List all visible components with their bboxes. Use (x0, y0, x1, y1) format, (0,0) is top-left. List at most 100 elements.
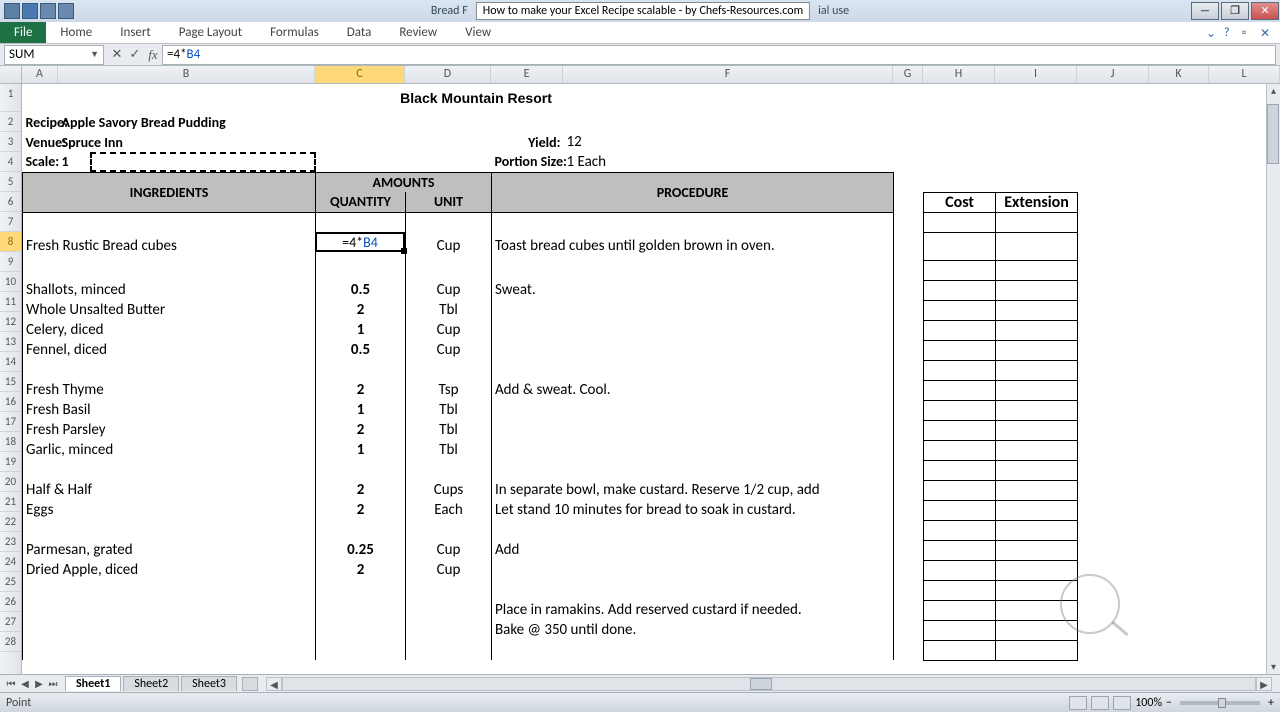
active-cell-c8[interactable]: =4*B4 (315, 232, 405, 252)
ingredient-name[interactable]: Fresh Parsley (23, 420, 316, 440)
tab-formulas[interactable]: Formulas (256, 22, 333, 43)
fx-icon[interactable]: fx (144, 47, 162, 63)
ingredient-unit[interactable]: Cup (406, 540, 492, 560)
excel-icon[interactable] (4, 3, 20, 19)
namebox-dropdown-icon[interactable]: ▼ (90, 49, 99, 60)
ribbon-minimize-icon[interactable]: ⌄ (1206, 26, 1220, 40)
row-header[interactable]: 6 (0, 192, 21, 212)
row-header[interactable]: 27 (0, 612, 21, 632)
ingredient-qty[interactable] (316, 260, 406, 280)
ingredient-unit[interactable] (406, 580, 492, 600)
formula-input[interactable]: =4*B4 (162, 45, 1276, 65)
extension-cell[interactable] (996, 540, 1078, 560)
procedure-text[interactable] (492, 560, 894, 580)
ingredient-name[interactable] (23, 360, 316, 380)
extension-cell[interactable] (996, 260, 1078, 280)
ingredient-name[interactable]: Fresh Rustic Bread cubes (23, 232, 316, 260)
ingredient-unit[interactable]: Cup (406, 560, 492, 580)
ingredient-unit[interactable]: Tbl (406, 420, 492, 440)
row-header[interactable]: 10 (0, 272, 21, 292)
cost-cell[interactable] (924, 520, 996, 540)
ingredient-name[interactable] (23, 520, 316, 540)
tab-insert[interactable]: Insert (106, 22, 165, 43)
row-header[interactable]: 23 (0, 532, 21, 552)
extension-cell[interactable] (996, 640, 1078, 660)
procedure-text[interactable]: Add & sweat. Cool. (492, 380, 894, 400)
row-header[interactable]: 2 (0, 112, 21, 132)
extension-cell[interactable] (996, 280, 1078, 300)
cost-cell[interactable] (924, 440, 996, 460)
row-header[interactable]: 1 (0, 84, 21, 112)
ingredient-name[interactable]: Fresh Basil (23, 400, 316, 420)
row-header[interactable]: 25 (0, 572, 21, 592)
ingredient-name[interactable]: Whole Unsalted Butter (23, 300, 316, 320)
undo-icon[interactable] (40, 3, 56, 19)
redo-icon[interactable] (58, 3, 74, 19)
row-header[interactable]: 13 (0, 332, 21, 352)
cost-cell[interactable] (924, 540, 996, 560)
ingredient-qty[interactable]: 2 (316, 420, 406, 440)
procedure-text[interactable]: Add (492, 540, 894, 560)
row-header[interactable]: 26 (0, 592, 21, 612)
ingredient-unit[interactable]: Tsp (406, 380, 492, 400)
sheet-nav-first-icon[interactable]: ⏮ (4, 677, 18, 690)
cost-cell[interactable] (924, 360, 996, 380)
cost-cell[interactable] (924, 260, 996, 280)
extension-cell[interactable] (996, 480, 1078, 500)
row-header[interactable]: 17 (0, 412, 21, 432)
ingredient-unit[interactable]: Tbl (406, 400, 492, 420)
cost-cell[interactable] (924, 232, 996, 260)
col-header[interactable]: G (893, 66, 923, 83)
row-header[interactable]: 4 (0, 152, 21, 172)
ingredient-unit[interactable] (406, 600, 492, 620)
col-header[interactable]: J (1077, 66, 1149, 83)
procedure-text[interactable] (492, 400, 894, 420)
extension-cell[interactable] (996, 420, 1078, 440)
ingredient-name[interactable]: Shallots, minced (23, 280, 316, 300)
col-header[interactable]: B (58, 66, 315, 83)
ingredient-name[interactable] (23, 580, 316, 600)
col-header[interactable]: E (491, 66, 563, 83)
extension-cell[interactable] (996, 320, 1078, 340)
ingredient-name[interactable] (23, 620, 316, 640)
procedure-text[interactable] (492, 520, 894, 540)
hscroll-thumb[interactable] (750, 678, 772, 690)
row-header[interactable]: 18 (0, 432, 21, 452)
ingredient-qty[interactable] (316, 520, 406, 540)
row-header[interactable]: 19 (0, 452, 21, 472)
ingredient-name[interactable]: Fresh Thyme (23, 380, 316, 400)
ingredient-qty[interactable]: 0.5 (316, 280, 406, 300)
ingredient-name[interactable] (23, 640, 316, 660)
row-header[interactable]: 14 (0, 352, 21, 372)
close-button[interactable]: ✕ (1251, 2, 1279, 20)
cost-cell[interactable] (924, 280, 996, 300)
procedure-text[interactable] (492, 340, 894, 360)
sheet-nav-last-icon[interactable]: ⏭ (46, 677, 60, 690)
enter-formula-icon[interactable]: ✓ (126, 47, 144, 62)
row-header[interactable]: 9 (0, 252, 21, 272)
row-header[interactable]: 8 (0, 232, 21, 252)
cost-cell[interactable] (924, 460, 996, 480)
ingredient-qty[interactable] (316, 360, 406, 380)
procedure-text[interactable]: Place in ramakins. Add reserved custard … (492, 600, 894, 620)
ingredient-qty[interactable]: 2 (316, 480, 406, 500)
cancel-formula-icon[interactable]: ✕ (108, 47, 126, 62)
cost-cell[interactable] (924, 480, 996, 500)
cost-cell[interactable] (924, 600, 996, 620)
extension-cell[interactable] (996, 400, 1078, 420)
select-all-corner[interactable] (0, 66, 22, 83)
ingredient-unit[interactable]: Cup (406, 280, 492, 300)
procedure-text[interactable] (492, 360, 894, 380)
extension-cell[interactable] (996, 620, 1078, 640)
procedure-text[interactable] (492, 320, 894, 340)
ingredient-qty[interactable]: 0.5 (316, 340, 406, 360)
ingredient-name[interactable]: Eggs (23, 500, 316, 520)
ingredient-name[interactable] (23, 600, 316, 620)
tab-pagelayout[interactable]: Page Layout (165, 22, 256, 43)
col-header[interactable]: I (995, 66, 1077, 83)
ingredient-name[interactable]: Parmesan, grated (23, 540, 316, 560)
workbook-close-icon[interactable]: ✕ (1260, 26, 1274, 40)
hscroll-right-icon[interactable]: ▶ (1256, 677, 1272, 691)
tab-data[interactable]: Data (333, 22, 386, 43)
zoom-slider[interactable] (1180, 701, 1260, 705)
